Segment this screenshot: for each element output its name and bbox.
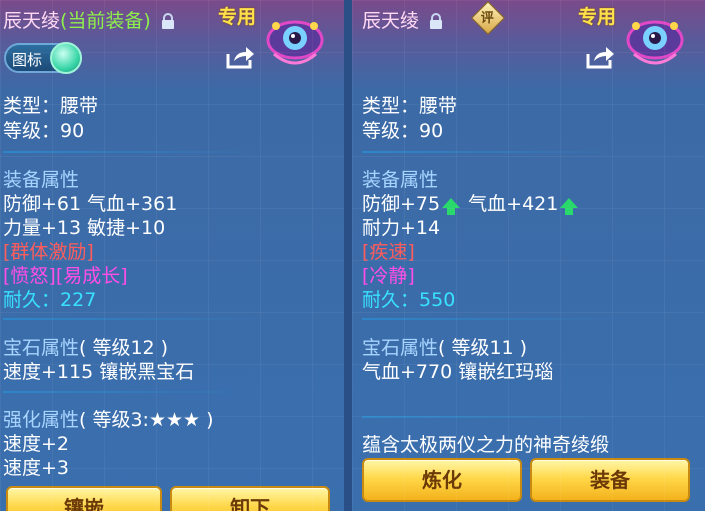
item-type: 类型：腰带	[362, 95, 458, 117]
inlay-button[interactable]: 镶嵌	[6, 486, 162, 511]
divider	[362, 151, 622, 153]
enhance-line-2: 速度+3	[3, 457, 70, 479]
share-icon[interactable]	[224, 44, 256, 70]
item-level: 等级：90	[3, 120, 85, 142]
durability-value: 550	[419, 289, 456, 311]
attr-line-2: 耐力+14	[362, 217, 441, 239]
equipped-tag: (当前装备)	[60, 10, 151, 32]
share-icon[interactable]	[584, 44, 616, 70]
skill-line-1: [疾速]	[362, 241, 415, 263]
attr-line-1: 防御+75 气血+421	[362, 189, 580, 216]
attr-line-1: 防御+61 气血+361	[3, 193, 178, 215]
icon-toggle[interactable]: 图标	[4, 42, 82, 74]
durability: 耐久：550	[362, 285, 455, 312]
gem-header: 宝石属性( 等级12 )	[3, 333, 168, 360]
durability-value: 227	[60, 289, 97, 311]
item-title: 辰天绫(当前装备)	[3, 6, 175, 33]
enhance-header: 强化属性( 等级3:★★★ )	[3, 405, 214, 432]
durability-label: 耐久：	[362, 289, 420, 311]
item-name: 辰天绫	[3, 10, 61, 32]
divider	[3, 151, 263, 153]
attr-header: 装备属性	[362, 169, 439, 191]
item-name: 辰天绫	[362, 10, 420, 32]
eval-badge-label: 评	[480, 11, 494, 27]
divider	[362, 416, 622, 418]
divider	[3, 391, 263, 393]
current-equipment-panel: 辰天绫(当前装备) 专用 图标 类型：腰带 等级：90 装备属性 防御+61 气…	[0, 0, 344, 511]
toggle-label: 图标	[12, 51, 43, 69]
lock-icon	[430, 13, 443, 29]
attr-line-2: 力量+13 敏捷+10	[3, 217, 166, 239]
durability-label: 耐久：	[3, 289, 61, 311]
gem-level: ( 等级11 )	[438, 337, 528, 359]
item-description: 蕴含太极两仪之力的神奇绫缎	[362, 434, 610, 456]
equip-button[interactable]: 装备	[530, 458, 690, 502]
gem-line: 气血+770 镶嵌红玛瑙	[362, 361, 554, 383]
exclusive-label: 专用	[218, 6, 257, 28]
enhance-header-label: 强化属性	[3, 409, 80, 431]
compare-equipment-panel: 辰天绫 专用 类型：腰带 等级：90 装备属性 防御+75 气血+421 耐力+…	[352, 0, 705, 511]
skill-line-2: [冷静]	[362, 265, 415, 287]
panel-divider	[344, 0, 352, 511]
lock-icon	[161, 13, 174, 29]
gem-level: ( 等级12 )	[79, 337, 169, 359]
pet-icon	[266, 20, 324, 65]
skill-line-2: [愤怒][易成长]	[3, 265, 128, 287]
enhance-level: ( 等级3:★★★ )	[79, 409, 214, 431]
durability: 耐久：227	[3, 285, 96, 312]
toggle-knob[interactable]	[50, 42, 82, 74]
attr-defense: 防御+75	[362, 193, 441, 215]
attr-hp: 气血+421	[468, 193, 559, 215]
skill-line-1: [群体激励]	[3, 241, 94, 263]
exclusive-label: 专用	[578, 6, 617, 28]
gem-header-label: 宝石属性	[3, 337, 80, 359]
divider	[362, 318, 622, 320]
gem-header: 宝石属性( 等级11 )	[362, 333, 527, 360]
item-type: 类型：腰带	[3, 95, 99, 117]
item-level: 等级：90	[362, 120, 444, 142]
gem-line: 速度+115 镶嵌黑宝石	[3, 361, 195, 383]
refine-button[interactable]: 炼化	[362, 458, 522, 502]
divider	[3, 318, 263, 320]
up-arrow-icon	[560, 197, 579, 215]
attr-header: 装备属性	[3, 169, 80, 191]
pet-icon	[626, 20, 684, 65]
up-arrow-icon	[442, 197, 461, 215]
enhance-line-1: 速度+2	[3, 433, 70, 455]
gem-header-label: 宝石属性	[362, 337, 439, 359]
item-title: 辰天绫	[362, 6, 443, 33]
unequip-button[interactable]: 卸下	[170, 486, 330, 511]
